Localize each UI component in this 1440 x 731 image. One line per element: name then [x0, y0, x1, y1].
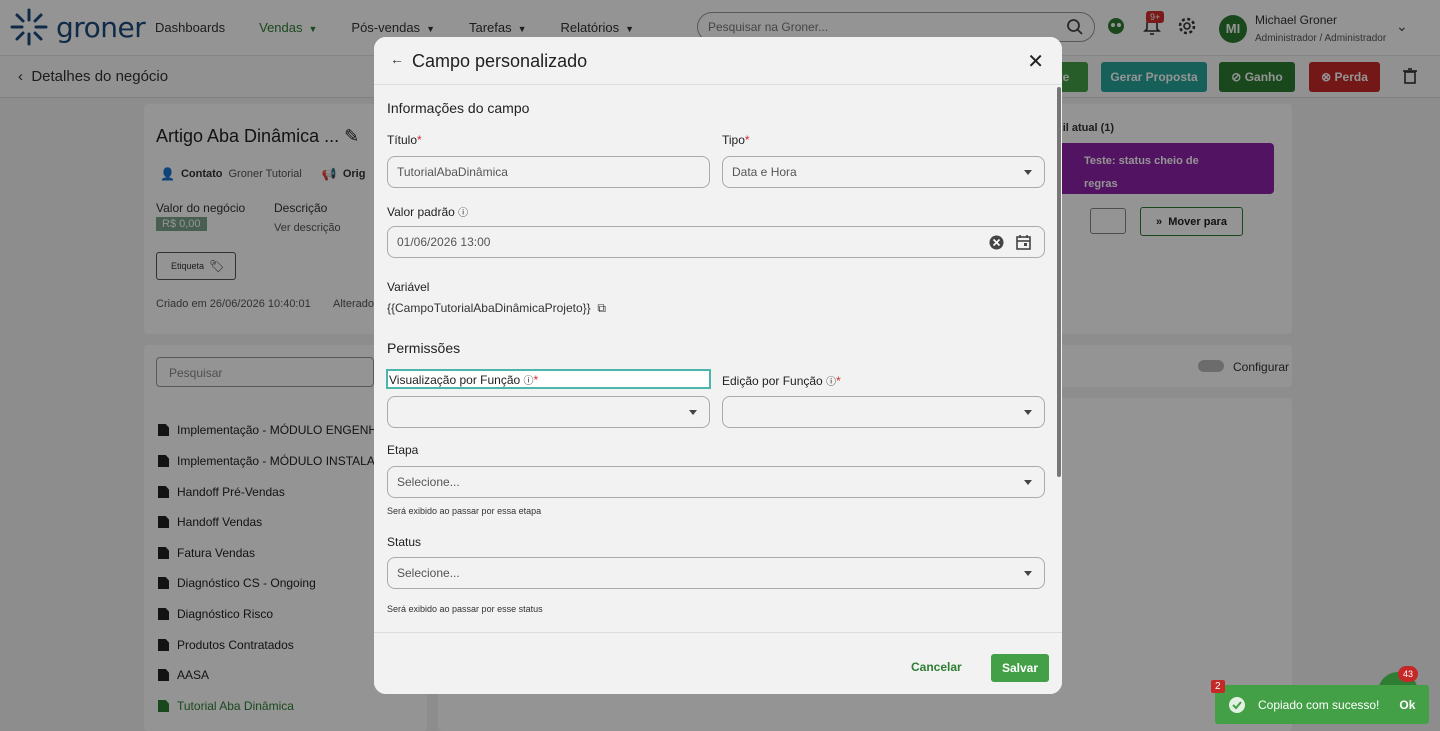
modal-title: Campo personalizado: [412, 51, 588, 71]
etapa-hint: Será exibido ao passar por essa etapa: [387, 506, 542, 516]
info-icon: ⓘ: [523, 376, 534, 387]
tipo-label: Tipo*: [722, 133, 750, 147]
calendar-icon[interactable]: [1016, 234, 1031, 250]
visualizacao-label: Visualização por Função ⓘ*: [386, 369, 711, 389]
status-label: Status: [387, 535, 422, 549]
dropdown-arrow-icon: [1024, 480, 1032, 485]
close-icon[interactable]: ✕: [1027, 49, 1044, 74]
custom-field-modal: ← Campo personalizado ✕ Informações do c…: [374, 37, 1062, 694]
titulo-label: Título*: [387, 133, 422, 147]
etapa-select[interactable]: Selecione...: [387, 466, 1045, 498]
tipo-select[interactable]: Data e Hora: [722, 156, 1045, 188]
visualizacao-select[interactable]: [387, 396, 710, 428]
status-hint: Será exibido ao passar por esse status: [387, 604, 543, 614]
section-perm-title: Permissões: [387, 340, 461, 356]
modal-scrollbar[interactable]: [1057, 87, 1061, 477]
info-icon: ⓘ: [826, 377, 837, 388]
modal-header: ← Campo personalizado ✕: [374, 37, 1062, 85]
toast-notification: Copiado com sucesso! Ok: [1215, 685, 1429, 724]
variavel-label: Variável: [387, 280, 430, 294]
chat-badge: 43: [1398, 666, 1418, 682]
variavel-value: {{CampoTutorialAbaDinâmicaProjeto}} ⧉: [387, 301, 606, 315]
dropdown-arrow-icon: [1024, 410, 1032, 415]
check-circle-icon: [1229, 696, 1245, 713]
cancel-button[interactable]: Cancelar: [911, 660, 962, 674]
dropdown-arrow-icon: [1024, 170, 1032, 175]
clear-icon[interactable]: [989, 235, 1004, 250]
edicao-select[interactable]: [722, 396, 1045, 428]
save-button[interactable]: Salvar: [991, 654, 1049, 682]
dropdown-arrow-icon: [689, 410, 697, 415]
titulo-input[interactable]: TutorialAbaDinâmica: [387, 156, 710, 188]
edicao-label: Edição por Função ⓘ*: [722, 374, 841, 388]
section-info-title: Informações do campo: [387, 100, 530, 116]
info-icon: ⓘ: [458, 208, 469, 219]
dropdown-arrow-icon: [1024, 571, 1032, 576]
valor-padrao-input[interactable]: 01/06/2026 13:00: [387, 226, 1045, 258]
copy-icon[interactable]: ⧉: [597, 301, 606, 315]
toast-count-badge: 2: [1211, 680, 1225, 693]
valor-padrao-label: Valor padrão ⓘ: [387, 205, 469, 219]
etapa-label: Etapa: [387, 443, 419, 457]
arrow-left-icon[interactable]: ←: [390, 51, 404, 67]
toast-message: Copiado com sucesso!: [1258, 697, 1380, 712]
toast-ok-button[interactable]: Ok: [1399, 698, 1415, 712]
status-select[interactable]: Selecione...: [387, 557, 1045, 589]
